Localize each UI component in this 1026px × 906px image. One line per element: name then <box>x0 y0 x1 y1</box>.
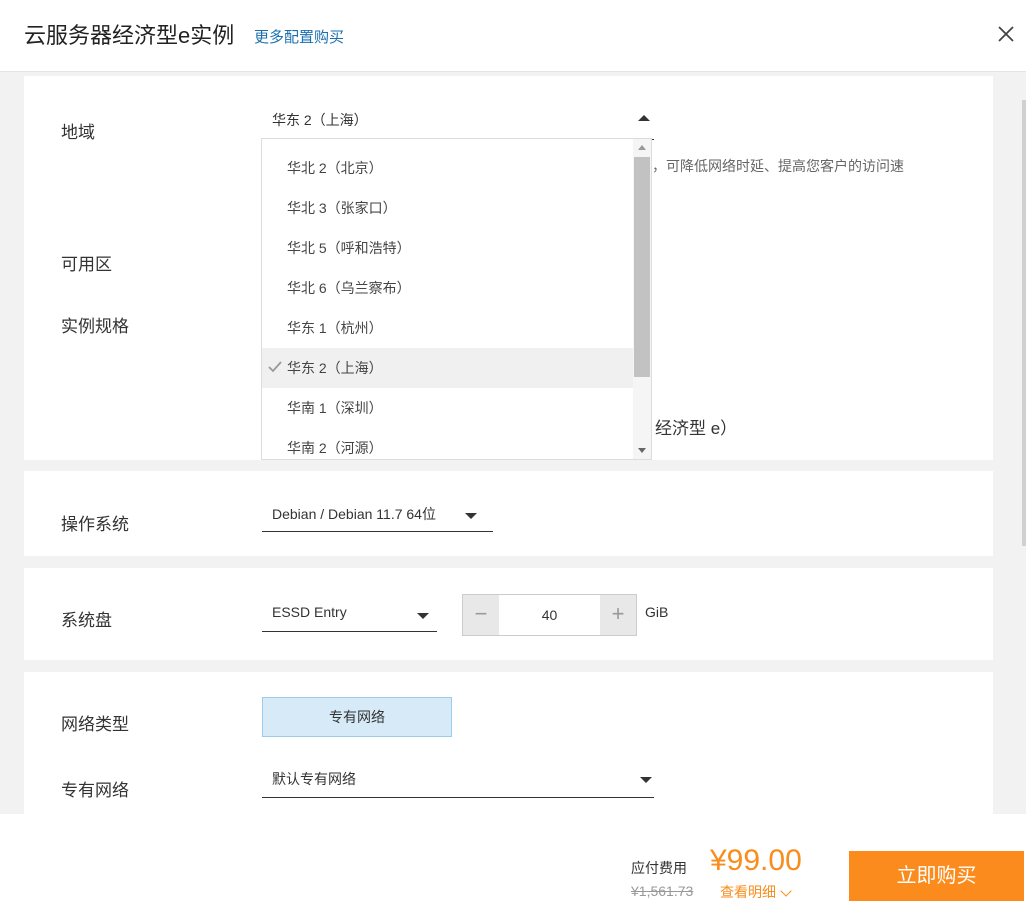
region-option[interactable]: 华南 2（河源） <box>262 428 634 459</box>
zone-label: 可用区 <box>61 255 112 274</box>
view-details-link[interactable]: 查看明细 <box>720 882 792 902</box>
region-label: 地域 <box>61 123 95 142</box>
close-icon[interactable] <box>996 24 1016 44</box>
decrement-button[interactable]: − <box>463 595 499 635</box>
disk-type-select[interactable]: ESSD Entry <box>262 604 437 632</box>
more-config-link[interactable]: 更多配置购买 <box>254 26 344 47</box>
check-icon <box>268 361 282 373</box>
network-card: 网络类型 专有网络 专有网络 默认专有网络 <box>24 672 993 814</box>
scroll-up-icon[interactable] <box>638 145 646 150</box>
region-option[interactable]: 华北 6（乌兰察布） <box>262 268 634 308</box>
dialog-header: 云服务器经济型e实例 更多配置购买 <box>0 0 1026 72</box>
page-scrollbar[interactable] <box>1022 100 1026 546</box>
chevron-down-icon <box>780 885 792 897</box>
disk-unit: GiB <box>645 604 669 620</box>
disk-size-input[interactable]: 40 <box>499 595 600 635</box>
region-option[interactable]: 华东 1（杭州） <box>262 308 634 348</box>
os-selected-value: Debian / Debian 11.7 64位 <box>272 506 436 522</box>
spec-label: 实例规格 <box>61 317 129 336</box>
region-select[interactable]: 华东 2（上海） <box>262 110 654 140</box>
current-price: ¥99.00 <box>710 844 802 877</box>
disk-size-stepper: − 40 + <box>462 594 637 636</box>
region-option-selected[interactable]: 华东 2（上海） <box>262 348 634 388</box>
region-option[interactable]: 华北 5（呼和浩特） <box>262 228 634 268</box>
network-type-vpc-option[interactable]: 专有网络 <box>262 697 452 737</box>
chevron-down-icon <box>640 777 652 783</box>
chevron-down-icon <box>465 513 477 519</box>
network-type-label: 网络类型 <box>61 715 129 734</box>
increment-button[interactable]: + <box>600 595 636 635</box>
os-label: 操作系统 <box>61 515 129 534</box>
spec-partial-value: 经济型 e） <box>655 419 738 438</box>
buy-now-button[interactable]: 立即购买 <box>849 851 1024 901</box>
caret-up-icon <box>638 115 650 121</box>
original-price: ¥1,561.73 <box>631 883 694 899</box>
disk-label: 系统盘 <box>61 611 112 630</box>
os-card: 操作系统 Debian / Debian 11.7 64位 <box>24 471 993 556</box>
fee-label: 应付费用 <box>631 860 687 876</box>
chevron-down-icon <box>417 613 429 619</box>
dropdown-scroll-thumb[interactable] <box>634 157 650 377</box>
purchase-footer: 应付费用 ¥1,561.73 ¥99.00 查看明细 立即购买 <box>0 814 1026 906</box>
disk-card: 系统盘 ESSD Entry − 40 + GiB <box>24 568 993 660</box>
region-option[interactable]: 华南 1（深圳） <box>262 388 634 428</box>
region-hint: ，可降低网络时延、提高您客户的访问速 <box>652 158 904 174</box>
region-dropdown-list[interactable]: 华北 2（北京） 华北 3（张家口） 华北 5（呼和浩特） 华北 6（乌兰察布）… <box>261 138 652 460</box>
region-selected-value: 华东 2（上海） <box>272 112 368 128</box>
region-option[interactable]: 华北 2（北京） <box>262 148 634 188</box>
dropdown-scrollbar[interactable] <box>633 139 651 459</box>
dialog-title: 云服务器经济型e实例 <box>24 23 235 48</box>
vpc-select[interactable]: 默认专有网络 <box>262 769 654 798</box>
vpc-selected-value: 默认专有网络 <box>272 771 356 787</box>
scroll-down-icon[interactable] <box>638 448 646 453</box>
vpc-label: 专有网络 <box>61 781 129 800</box>
disk-type-value: ESSD Entry <box>272 604 347 620</box>
os-select[interactable]: Debian / Debian 11.7 64位 <box>262 504 493 532</box>
region-option[interactable]: 华北 3（张家口） <box>262 188 634 228</box>
